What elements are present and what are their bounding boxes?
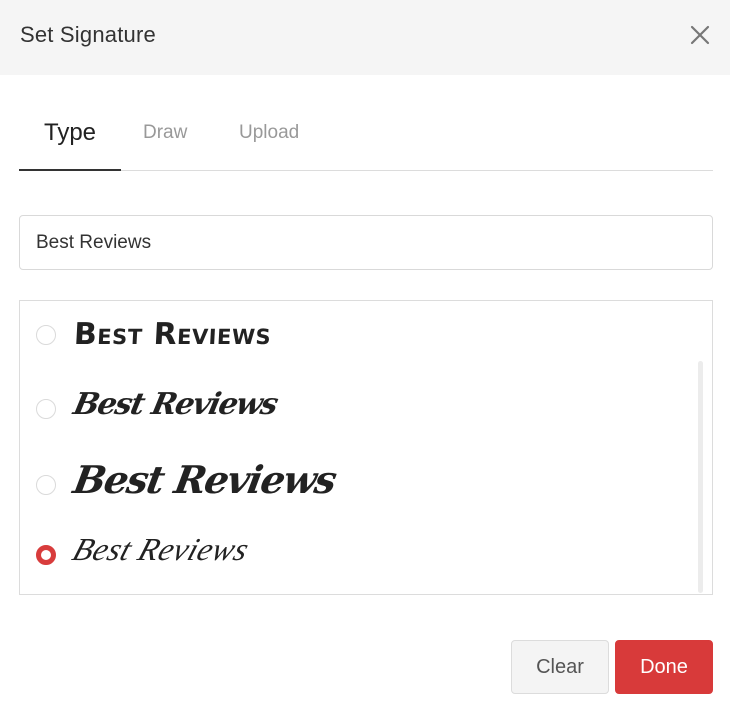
signature-options-list: Best Reviews Best Reviews Best Reviews B… xyxy=(19,300,713,595)
signature-option-1[interactable]: Best Reviews xyxy=(20,301,690,371)
clear-button[interactable]: Clear xyxy=(511,640,609,694)
signature-preview: Best Reviews xyxy=(68,531,254,567)
signature-preview: Best Reviews xyxy=(73,317,273,352)
tab-type[interactable]: Type xyxy=(19,100,121,171)
signature-option-3[interactable]: Best Reviews xyxy=(20,445,690,515)
set-signature-dialog: Set Signature Type Draw Upload Best Revi… xyxy=(0,0,730,709)
signature-tabs: Type Draw Upload xyxy=(19,100,713,171)
done-button[interactable]: Done xyxy=(615,640,713,694)
close-icon xyxy=(690,25,710,45)
radio-button-selected[interactable] xyxy=(36,545,56,565)
close-button[interactable] xyxy=(680,18,720,54)
signature-preview: Best Reviews xyxy=(70,457,339,502)
radio-button[interactable] xyxy=(36,399,56,419)
dialog-title: Set Signature xyxy=(20,22,156,47)
radio-button[interactable] xyxy=(36,325,56,345)
signature-preview: Best Reviews xyxy=(70,387,281,422)
tab-upload[interactable]: Upload xyxy=(239,100,299,170)
dialog-header: Set Signature xyxy=(0,0,730,75)
signature-name-input[interactable] xyxy=(19,215,713,270)
signature-option-2[interactable]: Best Reviews xyxy=(20,373,690,443)
radio-button[interactable] xyxy=(36,475,56,495)
options-scrollbar[interactable] xyxy=(698,361,703,593)
tab-draw[interactable]: Draw xyxy=(143,100,187,170)
signature-option-4[interactable]: Best Reviews xyxy=(20,517,690,587)
